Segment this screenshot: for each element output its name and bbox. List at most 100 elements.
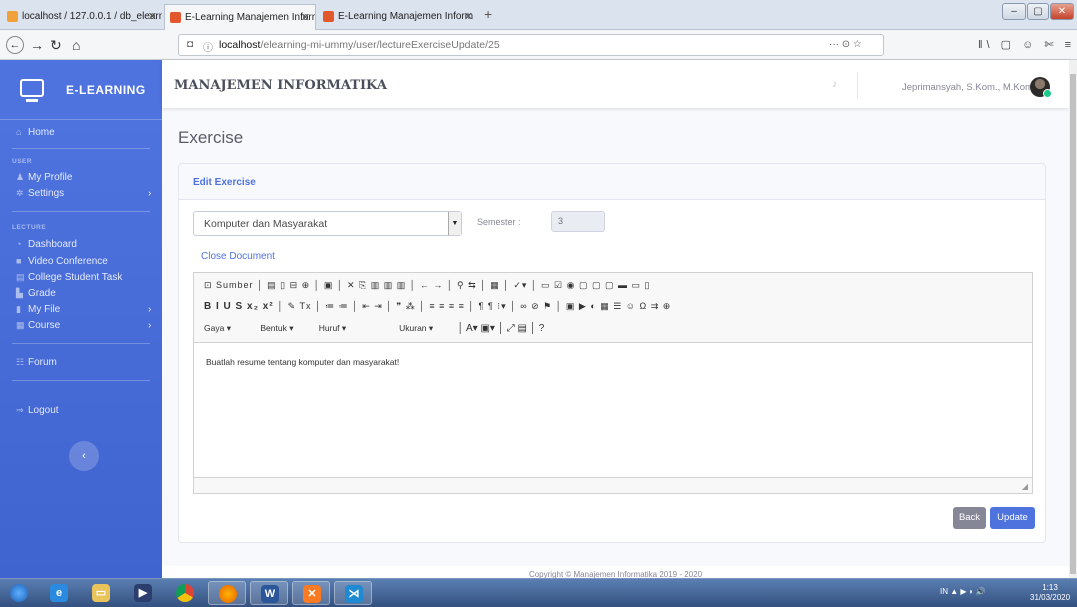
new-tab-button[interactable]: + — [484, 6, 492, 22]
sidebar: E-LEARNING ⌂ Home USER ♟ My Profile ✲ Setti… — [0, 60, 162, 578]
sidebar-item-settings[interactable]: ✲ Settings — [16, 188, 64, 199]
font-dropdown[interactable]: Huruf ▾ — [319, 323, 397, 334]
vscode-icon: ⋊ — [345, 585, 363, 603]
sidebar-item-forum[interactable]: ☷ Forum — [16, 357, 57, 368]
toolbar-row-2[interactable]: B I U S x₂ x² │ ✎ Tx │ ≔ ≔ │ ⇤ ⇥ │ ❞ ⁂ │… — [204, 301, 671, 312]
styles-dropdown[interactable]: Gaya ▾ — [204, 323, 258, 334]
url-host: localhost — [219, 39, 261, 51]
sidebar-item-grade[interactable]: ▙ Grade — [16, 288, 56, 299]
logout-icon: ⇒ — [16, 405, 24, 415]
update-button[interactable]: Update — [990, 507, 1035, 529]
chevron-down-icon[interactable]: ▼ — [448, 212, 461, 235]
footer: Copyright © Manajemen Informatika 2019 -… — [162, 566, 1069, 579]
divider — [857, 72, 858, 98]
avatar[interactable] — [1030, 77, 1052, 98]
taskbar-media[interactable]: ▶ — [124, 581, 162, 605]
media-icon: ▶ — [134, 584, 152, 602]
divider — [12, 343, 150, 344]
scrollbar-thumb[interactable] — [1070, 74, 1076, 574]
forward-arrow-icon[interactable]: → — [30, 36, 44, 54]
users-icon: ☷ — [16, 357, 25, 367]
laptop-logo-icon — [20, 79, 44, 102]
minimize-button[interactable]: – — [1002, 3, 1026, 20]
maximize-button[interactable]: ▢ — [1027, 3, 1049, 20]
close-tab-icon[interactable]: ✕ — [464, 4, 473, 30]
taskbar-ie[interactable]: e — [40, 581, 78, 605]
sidebar-item-my-file[interactable]: ▮ My File — [16, 304, 60, 315]
course-select[interactable]: Komputer dan Masyarakat ▼ — [193, 211, 462, 236]
reload-icon[interactable]: ↻ — [50, 36, 62, 54]
toolbar-icons[interactable]: ǁ\ ▢ ☺ ✄ ≡ — [978, 38, 1075, 51]
site-favicon-icon — [170, 12, 181, 23]
system-tray[interactable]: IN ▲ ▶ ◗ 🔊 — [940, 587, 986, 596]
home-icon[interactable]: ⌂ — [72, 36, 80, 54]
tab-label: E-Learning Manajemen Inform — [185, 12, 316, 23]
info-icon[interactable]: ⓘ — [203, 39, 213, 54]
chevron-right-icon: › — [148, 320, 152, 331]
taskbar-firefox[interactable] — [208, 581, 246, 605]
tab-elearning-active[interactable]: E-Learning Manajemen Inform ✕ — [164, 4, 316, 30]
semester-field: 3 — [551, 211, 605, 232]
brand[interactable]: E-LEARNING — [0, 60, 162, 120]
back-arrow-icon[interactable]: ← — [6, 36, 24, 54]
taskbar-word[interactable]: W — [250, 581, 288, 605]
url-bar[interactable]: ◘ ⓘ localhost/elearning-mi-ummy/user/lec… — [178, 34, 884, 56]
chevron-right-icon: › — [148, 304, 152, 315]
resize-grip-icon[interactable]: ◢ — [1022, 482, 1028, 491]
tab-bar: localhost / 127.0.0.1 / db_elearn ✕ E-Le… — [0, 0, 1077, 30]
book-icon: ▤ — [16, 272, 25, 282]
taskbar-chrome[interactable] — [166, 581, 204, 605]
firefox-icon — [219, 585, 237, 603]
page-actions-icon[interactable]: ··· ⊙ ☆ — [829, 39, 862, 50]
start-button[interactable] — [4, 581, 34, 605]
sidebar-item-home[interactable]: ⌂ Home — [16, 127, 55, 138]
toolbar-buttons[interactable]: │ ✎ Tx │ ≔ ≔ │ ⇤ ⇥ │ ❞ ⁂ │ ≡ ≡ ≡ ≡ │ ¶ ¶… — [277, 301, 671, 311]
taskbar-vscode[interactable]: ⋊ — [334, 581, 372, 605]
format-dropdown[interactable]: Bentuk ▾ — [260, 323, 316, 334]
close-document-link[interactable]: Close Document — [201, 251, 275, 262]
dropdown-label: Ukuran — [399, 323, 427, 333]
file-icon: ▮ — [16, 304, 21, 314]
close-tab-icon[interactable]: ✕ — [301, 5, 310, 30]
toolbar-row-1[interactable]: ⊡ Sumber │ ▤ ▯ ⊟ ⊕ │ ▣ │ ✕ ⎘ ▥ ▥ ▥ │ ← →… — [204, 280, 650, 291]
size-dropdown[interactable]: Ukuran ▾ — [399, 323, 455, 334]
back-button[interactable]: Back — [953, 507, 986, 529]
sidebar-item-label: Course — [28, 320, 61, 331]
video-icon: ■ — [16, 256, 22, 266]
dropdown-label: Bentuk — [260, 323, 287, 333]
close-tab-icon[interactable]: ✕ — [148, 4, 157, 30]
sidebar-item-dashboard[interactable]: ◔ Dashboard — [16, 239, 77, 250]
semester-value: 3 — [558, 216, 564, 226]
taskbar-explorer[interactable]: ▭ — [82, 581, 120, 605]
sidebar-item-my-profile[interactable]: ♟ My Profile — [16, 172, 72, 183]
semester-label: Semester : — [477, 217, 521, 227]
edit-exercise-card: Edit Exercise Komputer dan Masyarakat ▼ … — [178, 163, 1046, 543]
sidebar-item-college-student-task[interactable]: ▤ College Student Task — [16, 272, 122, 283]
clock[interactable]: 1:13 31/03/2020 — [1030, 583, 1070, 603]
sidebar-item-logout[interactable]: ⇒ Logout — [16, 405, 59, 416]
taskbar-xampp[interactable]: ✕ — [292, 581, 330, 605]
close-window-button[interactable]: ✕ — [1050, 3, 1074, 20]
editor-content[interactable]: Buatlah resume tentang komputer dan masy… — [206, 357, 399, 367]
user-name[interactable]: Jeprimansyah, S.Kom., M.Kom — [902, 82, 1033, 93]
formatting-buttons[interactable]: B I U S x₂ x² — [204, 301, 274, 312]
divider — [12, 211, 150, 212]
sidebar-item-label: Grade — [28, 288, 56, 299]
brand-name: E-LEARNING — [66, 83, 146, 97]
page-scrollbar[interactable] — [1069, 60, 1077, 578]
sidebar-item-video-conference[interactable]: ■ Video Conference — [16, 256, 108, 267]
browser-window: localhost / 127.0.0.1 / db_elearn ✕ E-Le… — [0, 0, 1077, 607]
tab-phpmyadmin[interactable]: localhost / 127.0.0.1 / db_elearn ✕ — [2, 4, 162, 30]
sidebar-toggle-button[interactable]: ‹ — [69, 441, 99, 471]
sidebar-item-label: Video Conference — [28, 256, 108, 267]
gear-icon: ✲ — [16, 188, 24, 198]
toolbar-buttons[interactable]: │ A▾ ▣▾ │ ⤢ ▤ │ ? — [458, 323, 545, 334]
bell-icon[interactable]: ♪ — [832, 79, 837, 90]
url-path: /elearning-mi-ummy/user/lectureExerciseU… — [260, 39, 500, 51]
chart-icon: ▙ — [16, 288, 23, 298]
site-favicon-icon — [323, 11, 334, 22]
sidebar-item-course[interactable]: ▦ Course — [16, 320, 60, 331]
tab-elearning[interactable]: E-Learning Manajemen Inform ✕ — [318, 4, 478, 30]
sidebar-item-label: Settings — [28, 188, 65, 199]
internet-explorer-icon: e — [50, 584, 68, 602]
